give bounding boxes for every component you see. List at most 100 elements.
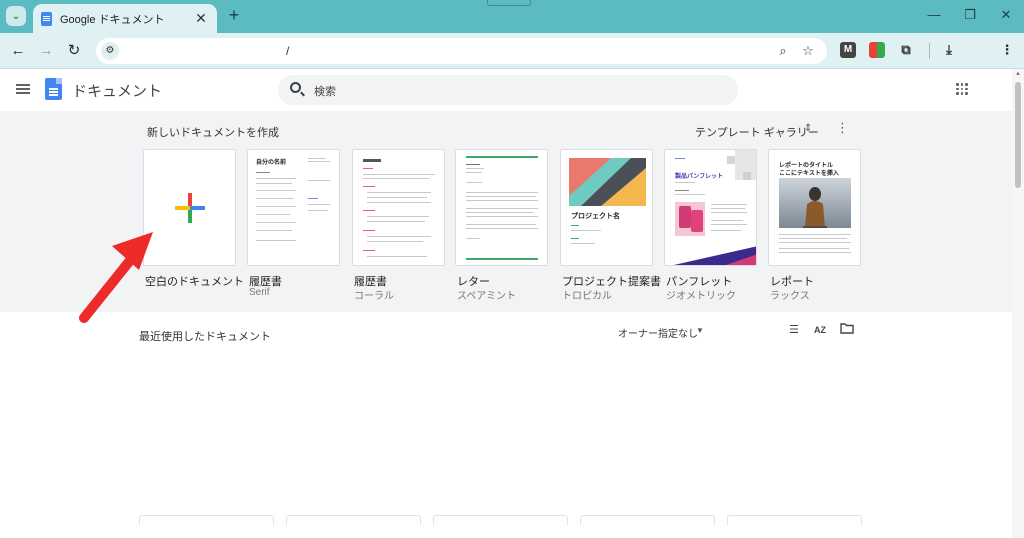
docs-logo-icon[interactable]: [45, 78, 62, 100]
unfold-icon[interactable]: ⇕: [804, 123, 812, 134]
thumb-line: [466, 208, 538, 209]
thumb-line: [466, 216, 538, 217]
thumb-line: [779, 248, 849, 249]
thumb-line: [571, 238, 579, 239]
template-style: Serif: [249, 287, 270, 298]
thumb-line: [308, 158, 326, 159]
browser-toolbar: ← → ↻ ⚙ / ⌕ ☆ M ⧉ ⤓ ⋮: [0, 33, 1024, 69]
scroll-thumb[interactable]: [1015, 82, 1021, 188]
download-icon[interactable]: ⤓: [941, 42, 957, 58]
thumb-line: [256, 230, 292, 231]
dropdown-arrow-icon[interactable]: ▼: [696, 326, 704, 335]
reload-icon: ↻: [67, 42, 81, 59]
app-name[interactable]: ドキュメント: [72, 80, 162, 101]
gallery-more-icon[interactable]: ⋮: [836, 121, 849, 134]
new-tab-button[interactable]: +: [224, 5, 244, 25]
thumb-line: [256, 206, 296, 207]
extension-color-icon[interactable]: [869, 42, 885, 58]
template-brochure-card[interactable]: 製品パンフレット: [664, 149, 757, 266]
thumb-line: [466, 238, 480, 239]
recent-doc-card[interactable]: [580, 515, 715, 525]
minimize-button[interactable]: —: [922, 5, 946, 25]
thumb-line: [308, 198, 318, 199]
template-name[interactable]: 空白のドキュメント: [145, 273, 244, 289]
bookmark-star-icon[interactable]: ☆: [799, 42, 817, 60]
extensions-puzzle-icon[interactable]: ⧉: [898, 42, 914, 58]
thumb-line: [363, 178, 429, 179]
recent-doc-card[interactable]: [433, 515, 568, 525]
search-placeholder: 検索: [314, 86, 336, 98]
thumb-line: [466, 200, 538, 201]
template-gallery-toggle[interactable]: テンプレート ギャラリー: [695, 124, 819, 140]
thumb-line: [308, 210, 328, 211]
tab-google-docs[interactable]: Google ドキュメント ✕: [33, 4, 217, 33]
restore-button[interactable]: ❐: [958, 5, 982, 25]
extension-m-icon[interactable]: M: [840, 42, 856, 58]
template-report-card[interactable]: レポートのタイトル ここにテキストを挿入: [768, 149, 861, 266]
google-apps-icon[interactable]: [956, 83, 968, 95]
thumb-resume-title: 自分の名前: [256, 160, 287, 166]
page-scrollbar[interactable]: ▲: [1012, 69, 1024, 538]
thumb-line: [675, 158, 685, 159]
thumb-line: [256, 178, 296, 179]
tab-close-icon[interactable]: ✕: [193, 10, 209, 27]
template-resume-coral-card[interactable]: [352, 149, 445, 266]
thumb-project-title: プロジェクト名: [571, 213, 620, 220]
window-drag-handle[interactable]: [487, 0, 531, 6]
template-style: ラックス: [770, 291, 810, 302]
thumb-line: [466, 258, 538, 260]
recent-doc-card[interactable]: [139, 515, 274, 525]
search-icon: [290, 82, 301, 93]
browser-menu-icon[interactable]: ⋮: [999, 42, 1015, 58]
recent-doc-card[interactable]: [286, 515, 421, 525]
close-window-button[interactable]: ✕: [994, 5, 1018, 25]
thumb-line: [711, 230, 741, 231]
forward-button[interactable]: →: [35, 40, 57, 62]
template-gallery: 新しいドキュメントを作成 テンプレート ギャラリー ⇕ ⋮ 空白のドキュメント …: [0, 111, 1012, 312]
arrow-left-icon: ←: [10, 42, 26, 59]
thumb-line: [256, 214, 290, 215]
thumb-line: [466, 168, 484, 169]
address-bar[interactable]: ⚙ / ⌕ ☆: [96, 38, 827, 64]
thumb-line: [367, 202, 431, 203]
thumb-line: [363, 250, 375, 251]
chevron-down-icon: ⌄: [11, 10, 21, 22]
scroll-up-icon[interactable]: ▲: [1015, 71, 1021, 77]
thumb-line: [367, 241, 423, 242]
thumb-line: [363, 159, 381, 162]
thumb-line: [363, 168, 373, 169]
thumb-line: [308, 180, 330, 181]
thumb-line: [367, 192, 431, 193]
recent-doc-card[interactable]: [727, 515, 862, 525]
template-letter-card[interactable]: [455, 149, 548, 266]
owner-filter[interactable]: オーナー指定なし: [618, 325, 698, 340]
docs-header: ドキュメント 検索: [0, 69, 1012, 111]
thumb-line: [711, 212, 747, 213]
thumb-line: [256, 190, 296, 191]
zoom-icon[interactable]: ⌕: [774, 42, 792, 60]
tab-search-button[interactable]: ⌄: [6, 6, 26, 26]
template-style: ジオメトリック: [666, 291, 736, 302]
thumb-line: [466, 224, 536, 225]
thumb-line: [466, 172, 482, 173]
thumb-line: [256, 172, 270, 173]
sort-az-icon[interactable]: AZ: [812, 323, 828, 337]
site-info-icon[interactable]: ⚙: [101, 42, 119, 60]
thumb-line: [367, 236, 431, 237]
folder-icon[interactable]: [839, 323, 855, 337]
thumb-line: [367, 256, 427, 257]
template-style: スペアミント: [457, 291, 517, 302]
thumb-line: [256, 183, 292, 184]
list-view-icon[interactable]: ☰: [786, 323, 802, 337]
tab-strip: ⌄ Google ドキュメント ✕ + — ❐ ✕: [0, 0, 1024, 33]
thumb-line: [308, 161, 330, 162]
search-input[interactable]: 検索: [278, 75, 738, 105]
template-blank-card[interactable]: [143, 149, 236, 266]
template-project-proposal-card[interactable]: プロジェクト名: [560, 149, 653, 266]
recent-documents-title: 最近使用したドキュメント: [139, 331, 271, 343]
main-menu-icon[interactable]: [16, 84, 30, 94]
back-button[interactable]: ←: [7, 40, 29, 62]
template-resume-serif-card[interactable]: 自分の名前: [247, 149, 340, 266]
thumb-line: [675, 190, 689, 191]
reload-button[interactable]: ↻: [63, 40, 85, 62]
